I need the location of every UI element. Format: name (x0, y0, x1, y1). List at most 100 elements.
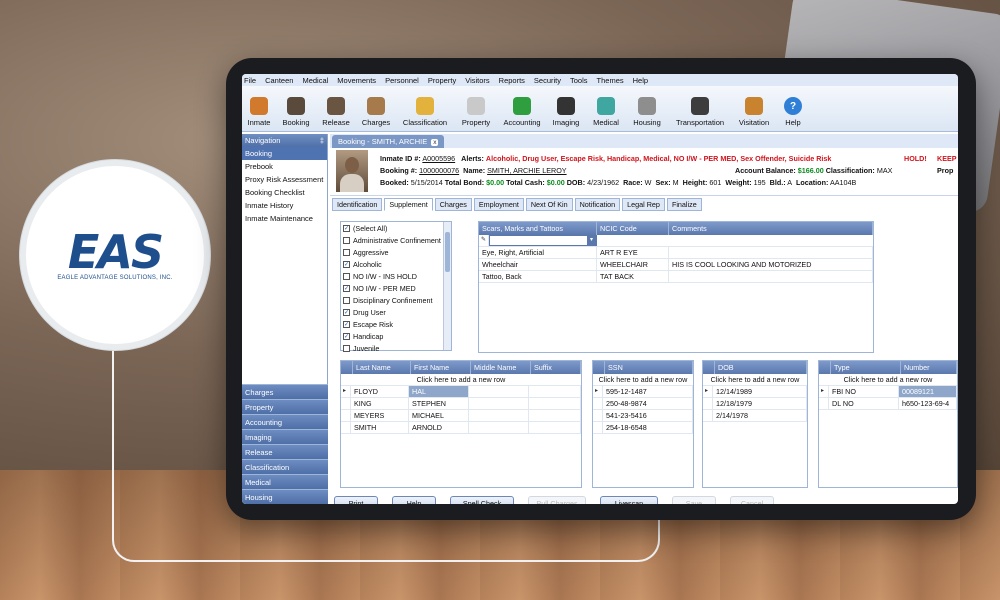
save-button[interactable]: Save (672, 496, 716, 504)
table-row[interactable]: DL NO h650-123-69-4 (819, 398, 957, 410)
col-middle-name[interactable]: Middle Name (471, 361, 531, 374)
menu-tools[interactable]: Tools (570, 76, 588, 85)
col-type[interactable]: Type (831, 361, 901, 374)
toolbar-booking-button[interactable]: Booking (276, 97, 316, 127)
menu-canteen[interactable]: Canteen (265, 76, 293, 85)
col-number[interactable]: Number (901, 361, 957, 374)
inmate-photo[interactable] (336, 150, 368, 192)
spell-check-button[interactable]: Spell Check (450, 496, 514, 504)
toolbar-charges-button[interactable]: Charges (356, 97, 396, 127)
tab-finalize[interactable]: Finalize (666, 198, 702, 211)
checklist-item[interactable]: NO I/W - INS HOLD (341, 270, 451, 282)
table-row[interactable]: Wheelchair WHEELCHAIR HIS IS COOL LOOKING … (479, 259, 873, 271)
toolbar-transportation-button[interactable]: Transportation (668, 97, 732, 127)
nav-item-proxy-risk-assessment[interactable]: Proxy Risk Assessment (242, 173, 327, 186)
checkbox-checked[interactable]: ✓ (343, 260, 350, 268)
checklist-item[interactable]: ✓ (Select All) (341, 222, 451, 234)
checkbox-unchecked[interactable] (343, 236, 350, 244)
col-suffix[interactable]: Suffix (531, 361, 581, 374)
table-row[interactable]: ▸ 595-12-1487 (593, 386, 693, 398)
nav-item-prebook[interactable]: Prebook (242, 160, 327, 173)
nav-item-booking[interactable]: Booking (242, 147, 327, 160)
tab-charges[interactable]: Charges (434, 198, 472, 211)
nav-section-property[interactable]: Property (242, 399, 328, 414)
toolbar-classification-button[interactable]: Classification (396, 97, 454, 127)
table-row[interactable]: 541-23-5416 (593, 410, 693, 422)
table-row[interactable]: Eye, Right, Artificial ART R EYE (479, 247, 873, 259)
table-row[interactable]: 12/18/1979 (703, 398, 807, 410)
table-row[interactable]: MEYERS MICHAEL (341, 410, 581, 422)
table-row[interactable]: KING STEPHEN (341, 398, 581, 410)
tab-employment[interactable]: Employment (473, 198, 524, 211)
nav-section-imaging[interactable]: Imaging (242, 429, 328, 444)
toolbar-visitation-button[interactable]: Visitation (732, 97, 776, 127)
checklist-item[interactable]: ✓ Drug User (341, 306, 451, 318)
table-row[interactable]: Tattoo, Back TAT BACK (479, 271, 873, 283)
checkbox-unchecked[interactable] (343, 272, 350, 280)
toolbar-imaging-button[interactable]: Imaging (546, 97, 586, 127)
checkbox-checked[interactable]: ✓ (343, 320, 350, 328)
menu-file[interactable]: File (244, 76, 256, 85)
table-row[interactable]: SMITH ARNOLD (341, 422, 581, 434)
checkbox-checked[interactable]: ✓ (343, 332, 350, 340)
menu-security[interactable]: Security (534, 76, 561, 85)
pull-charges-button[interactable]: Pull Charges (528, 496, 586, 504)
chevron-down-icon[interactable]: ▾ (587, 236, 596, 245)
col-comments[interactable]: Comments (669, 222, 873, 235)
pin-icon[interactable]: ‡ (320, 136, 324, 145)
nav-section-medical[interactable]: Medical (242, 474, 328, 489)
menu-themes[interactable]: Themes (597, 76, 624, 85)
toolbar-inmate-button[interactable]: Inmate (242, 97, 276, 127)
toolbar-housing-button[interactable]: Housing (626, 97, 668, 127)
inmate-id-link[interactable]: A0005596 (422, 154, 455, 163)
menu-personnel[interactable]: Personnel (385, 76, 419, 85)
menu-property[interactable]: Property (428, 76, 456, 85)
table-row[interactable]: ▸ FBI NO 00089121 (819, 386, 957, 398)
checklist-item[interactable]: Administrative Confinement (341, 234, 451, 246)
checkbox-unchecked[interactable] (343, 344, 350, 352)
table-row[interactable]: ▸ 12/14/1989 (703, 386, 807, 398)
col-first-name[interactable]: First Name (411, 361, 471, 374)
booking-number-link[interactable]: 1000000076 (419, 166, 459, 175)
tab-legal-rep[interactable]: Legal Rep (622, 198, 665, 211)
checklist-item[interactable]: ✓ NO I/W - PER MED (341, 282, 451, 294)
nav-item-inmate-maintenance[interactable]: Inmate Maintenance (242, 212, 327, 225)
livescan-button[interactable]: Livescan (600, 496, 658, 504)
menu-help[interactable]: Help (633, 76, 648, 85)
col-ncic-code[interactable]: NCIC Code (597, 222, 669, 235)
checklist-item[interactable]: ✓ Escape Risk (341, 318, 451, 330)
help-button[interactable]: Help (392, 496, 436, 504)
col-ssn[interactable]: SSN (605, 361, 693, 374)
tab-next-of-kin[interactable]: Next Of Kin (525, 198, 573, 211)
nav-item-inmate-history[interactable]: Inmate History (242, 199, 327, 212)
col-scars[interactable]: Scars, Marks and Tattoos (479, 222, 597, 235)
menu-movements[interactable]: Movements (337, 76, 376, 85)
toolbar-property-button[interactable]: Property (454, 97, 498, 127)
nav-section-accounting[interactable]: Accounting (242, 414, 328, 429)
checkbox-checked[interactable]: ✓ (343, 284, 350, 292)
close-icon[interactable]: x (431, 139, 439, 146)
checkbox-checked[interactable]: ✓ (343, 224, 350, 232)
menu-visitors[interactable]: Visitors (465, 76, 489, 85)
col-last-name[interactable]: Last Name (353, 361, 411, 374)
table-row[interactable]: ▸ FLOYD HAL (341, 386, 581, 398)
nav-item-booking-checklist[interactable]: Booking Checklist (242, 186, 327, 199)
print-button[interactable]: Print (334, 496, 378, 504)
checklist-item[interactable]: ✓ Alcoholic (341, 258, 451, 270)
checklist-item[interactable]: Disciplinary Confinement (341, 294, 451, 306)
toolbar-medical-button[interactable]: Medical (586, 97, 626, 127)
add-row-button[interactable]: Click here to add a new row (703, 374, 807, 386)
tab-identification[interactable]: Identification (332, 198, 383, 211)
nav-section-charges[interactable]: Charges (242, 384, 328, 399)
nav-section-classification[interactable]: Classification (242, 459, 328, 474)
tab-supplement[interactable]: Supplement (384, 198, 433, 211)
scroll-thumb[interactable] (445, 232, 450, 272)
checkbox-unchecked[interactable] (343, 248, 350, 256)
checkbox-checked[interactable]: ✓ (343, 308, 350, 316)
checklist-scrollbar[interactable] (443, 222, 451, 350)
toolbar-help-button[interactable]: ? Help (776, 97, 810, 127)
menu-medical[interactable]: Medical (302, 76, 328, 85)
toolbar-release-button[interactable]: Release (316, 97, 356, 127)
col-dob[interactable]: DOB (715, 361, 807, 374)
inmate-name-link[interactable]: SMITH, ARCHIE LEROY (487, 166, 566, 175)
